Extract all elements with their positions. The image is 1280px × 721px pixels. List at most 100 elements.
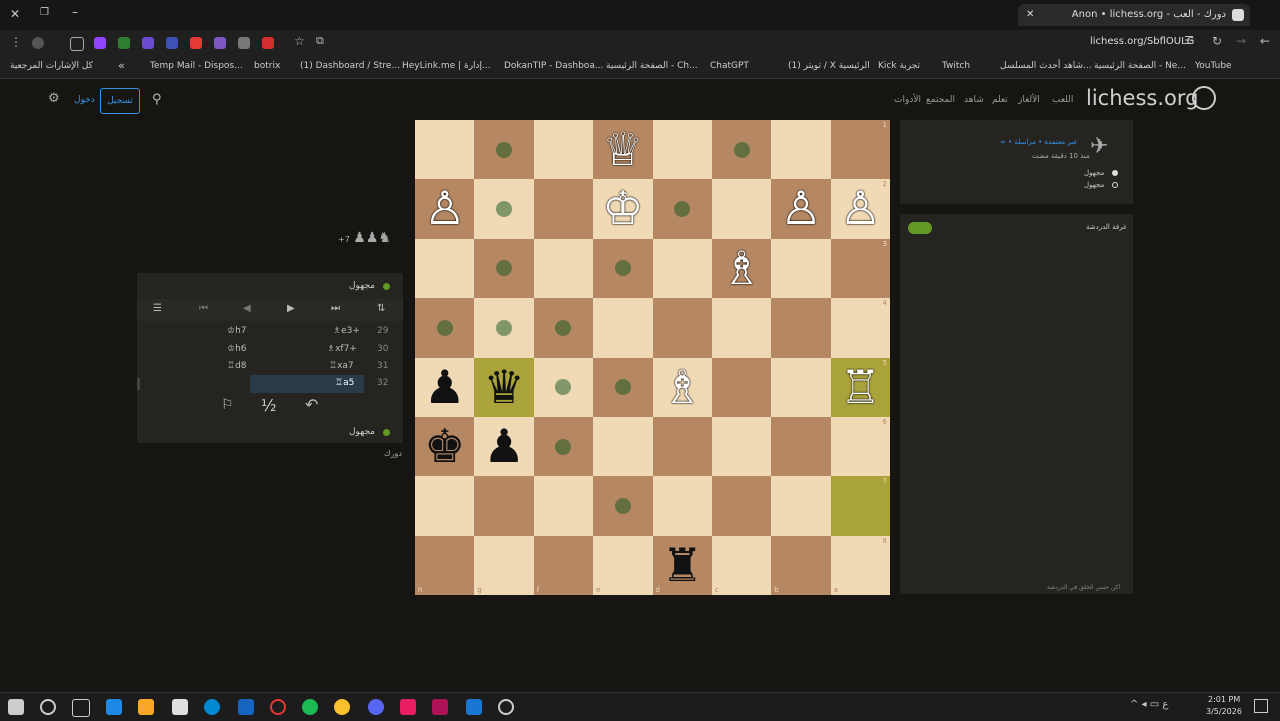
move-dot[interactable]: [496, 260, 513, 277]
square-f5[interactable]: [533, 357, 594, 417]
next-move-icon[interactable]: ▶: [287, 303, 295, 314]
square-c4[interactable]: [711, 298, 772, 358]
black-piece-h5[interactable]: ♟: [415, 358, 474, 417]
square-a6[interactable]: 6: [830, 416, 891, 477]
capcut-icon[interactable]: [400, 699, 416, 715]
nav-learn[interactable]: تعلم: [992, 95, 1008, 105]
move-dot[interactable]: [496, 141, 513, 158]
square-c7[interactable]: [711, 476, 772, 536]
square-c5[interactable]: [711, 357, 772, 417]
black-player-name[interactable]: مجهول: [1084, 181, 1104, 189]
square-g7[interactable]: [474, 476, 534, 536]
square-h5[interactable]: ♟: [415, 357, 475, 417]
restore-window-icon[interactable]: ❐: [40, 7, 49, 18]
square-b4[interactable]: [771, 298, 831, 358]
square-b7[interactable]: [771, 476, 831, 536]
move-dot[interactable]: [674, 201, 691, 218]
clock-date[interactable]: 3/5/2026: [1206, 707, 1242, 716]
move-dot[interactable]: [733, 141, 750, 158]
square-d2[interactable]: [652, 179, 712, 239]
extension-icon[interactable]: [70, 37, 84, 51]
extension-green-icon[interactable]: [118, 37, 130, 49]
resign-flag-icon[interactable]: ⚐: [221, 397, 234, 413]
square-f1[interactable]: [533, 120, 594, 180]
bookmark-chatgpt[interactable]: ChatGPT: [710, 61, 749, 71]
search-icon[interactable]: ⚲: [152, 92, 162, 107]
flip-icon[interactable]: ⇅: [377, 303, 385, 314]
bookmark-heylink[interactable]: HeyLink.me | إدارة...: [402, 61, 491, 71]
bottom-player-name[interactable]: مجهول: [349, 427, 375, 437]
square-d3[interactable]: [652, 238, 712, 299]
square-d8[interactable]: ♜ d: [652, 535, 712, 596]
square-c1[interactable]: [711, 120, 772, 180]
move-dot[interactable]: [614, 497, 631, 514]
square-a7[interactable]: 7: [830, 476, 891, 536]
offer-draw-button[interactable]: ½: [261, 396, 277, 415]
square-c8[interactable]: c: [711, 535, 772, 596]
square-b2[interactable]: ♙: [771, 179, 831, 239]
square-d4[interactable]: [652, 298, 712, 358]
move-dot[interactable]: [555, 319, 572, 336]
square-g1[interactable]: [474, 120, 534, 180]
square-e6[interactable]: [593, 416, 653, 477]
bookmark-botrix[interactable]: botrix: [254, 61, 280, 71]
clock-time[interactable]: 2:01 PM: [1208, 695, 1240, 704]
site-logo[interactable]: lichess.org: [1086, 86, 1198, 110]
chat-toggle[interactable]: [908, 222, 932, 234]
square-h6[interactable]: ♚: [415, 416, 475, 477]
square-d5[interactable]: ♗: [652, 357, 712, 417]
bookmark-tempmail[interactable]: Temp Mail - Dispos...: [150, 61, 243, 71]
tray-icons[interactable]: ^ ◂ ▭ ع: [1130, 699, 1168, 710]
white-piece-e1[interactable]: ♕: [593, 120, 652, 179]
black-move[interactable]: ♔h6: [227, 344, 247, 354]
panel-resize-handle[interactable]: [137, 378, 140, 390]
move-dot[interactable]: [436, 319, 453, 336]
close-window-icon[interactable]: ✕: [10, 7, 20, 21]
app-pink-icon[interactable]: [432, 699, 448, 715]
share-icon[interactable]: ⧉: [316, 34, 324, 48]
square-e3[interactable]: [593, 238, 653, 299]
tab-lichess[interactable]: ✕ Anon • lichess.org - دورك - العب: [1018, 4, 1250, 26]
square-c3[interactable]: ♗: [711, 238, 772, 299]
file-explorer-icon[interactable]: [138, 699, 154, 715]
close-tab-icon[interactable]: ✕: [1026, 4, 1034, 26]
square-f3[interactable]: [533, 238, 594, 299]
store-icon[interactable]: [172, 699, 188, 715]
square-f4[interactable]: [533, 298, 594, 358]
square-b8[interactable]: b: [771, 535, 831, 596]
top-player-name[interactable]: مجهول: [349, 281, 375, 291]
square-f6[interactable]: [533, 416, 594, 477]
white-move[interactable]: ♗xf7+: [327, 344, 357, 354]
square-h3[interactable]: [415, 238, 475, 299]
square-e8[interactable]: e: [593, 535, 653, 596]
nav-puzzles[interactable]: الألغاز: [1018, 95, 1040, 105]
chat-input[interactable]: كن حسن الخلق في الدردشة!: [1047, 584, 1121, 591]
square-a1[interactable]: 1: [830, 120, 891, 180]
bookmark-kick[interactable]: Kick تجربة: [878, 61, 920, 71]
move-dot[interactable]: [555, 438, 572, 455]
white-piece-d5[interactable]: ♗: [653, 358, 712, 417]
square-h7[interactable]: [415, 476, 475, 536]
move-dot[interactable]: [496, 201, 513, 218]
square-d6[interactable]: [652, 416, 712, 477]
move-dot[interactable]: [496, 319, 513, 336]
bookmark-home-ne[interactable]: الصفحة الرئيسية - Ne...: [1094, 61, 1186, 71]
nav-watch[interactable]: شاهد: [964, 95, 984, 105]
site-settings-icon[interactable]: ☰: [1184, 34, 1194, 47]
extension-twitch-icon[interactable]: [94, 37, 106, 49]
url-bar[interactable]: lichess.org/SbflOULG: [1090, 36, 1194, 47]
square-f2[interactable]: [533, 179, 594, 239]
obs-icon[interactable]: [498, 699, 514, 715]
square-g6[interactable]: ♟: [474, 416, 534, 477]
extension-shield-icon[interactable]: [142, 37, 154, 49]
square-e2[interactable]: ♔: [593, 179, 653, 239]
spotify-icon[interactable]: [302, 699, 318, 715]
bookmark-series[interactable]: شاهد أحدث المسلسل...: [1000, 61, 1092, 71]
square-b6[interactable]: [771, 416, 831, 477]
white-move[interactable]: ♖xa7: [329, 361, 354, 371]
extension-red-icon[interactable]: [190, 37, 202, 49]
profile-icon[interactable]: [32, 37, 44, 49]
move-dot[interactable]: [614, 379, 631, 396]
menu-lines-icon[interactable]: ☰: [153, 303, 162, 314]
square-c6[interactable]: [711, 416, 772, 477]
